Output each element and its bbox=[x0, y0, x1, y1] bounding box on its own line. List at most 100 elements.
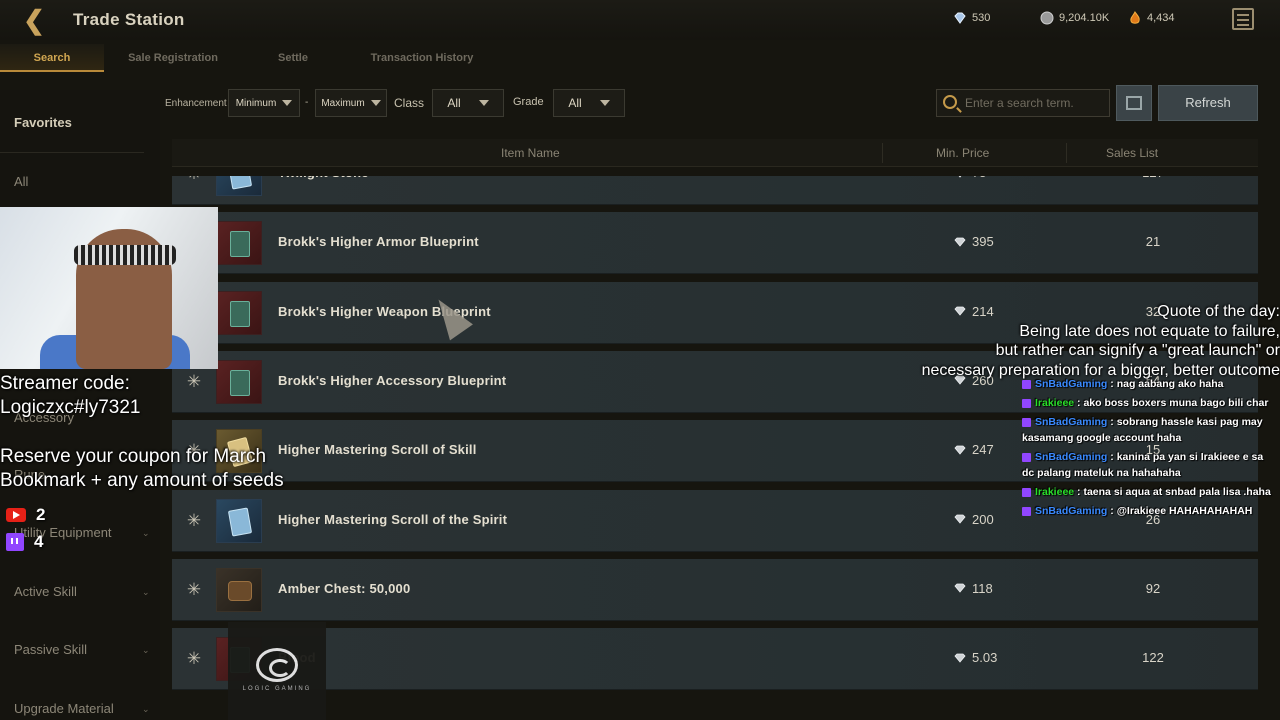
item-icon-art bbox=[228, 580, 252, 601]
reset-filter-button[interactable] bbox=[1116, 85, 1152, 121]
chat-separator: : bbox=[1107, 416, 1117, 428]
chat-username: SnBadGaming bbox=[1035, 505, 1108, 517]
column-divider bbox=[882, 143, 883, 163]
chat-separator: : bbox=[1107, 451, 1117, 463]
twitch-count: 4 bbox=[6, 532, 43, 552]
item-min-price: 200 bbox=[954, 512, 994, 527]
sidebar-item-upgrade-material[interactable]: Upgrade Material bbox=[14, 701, 114, 716]
item-icon bbox=[216, 176, 262, 196]
caret-down-icon bbox=[478, 100, 489, 106]
table-row[interactable]: ✳ Twilight Stone 75 127 bbox=[172, 176, 1258, 205]
item-icon bbox=[216, 290, 262, 335]
favorite-star-icon[interactable]: ✳ bbox=[185, 580, 203, 599]
tab-bar: Search Sale Registration Settle Transact… bbox=[0, 44, 700, 72]
item-min-price-value: 75 bbox=[972, 176, 986, 180]
sidebar-divider bbox=[0, 152, 144, 153]
sidebar-item-all[interactable]: All bbox=[14, 174, 28, 189]
sidebar-item-active-skill[interactable]: Active Skill bbox=[14, 584, 77, 599]
chat-username: SnBadGaming bbox=[1035, 416, 1108, 428]
enhancement-max-dropdown[interactable]: Maximum bbox=[315, 89, 387, 117]
table-row[interactable]: ✳ Amber Chest: 50,000 118 92 bbox=[172, 558, 1258, 621]
item-min-price: 5.03 bbox=[954, 650, 997, 665]
favorite-star-icon[interactable]: ✳ bbox=[185, 176, 203, 183]
youtube-icon bbox=[6, 508, 26, 522]
menu-icon[interactable] bbox=[1232, 8, 1254, 30]
tab-sale-registration[interactable]: Sale Registration bbox=[112, 44, 234, 72]
twitch-badge-icon bbox=[1022, 417, 1031, 427]
logo-mark bbox=[256, 648, 298, 682]
item-sales-count: 122 bbox=[1142, 650, 1164, 666]
item-min-price-value: 5.03 bbox=[972, 650, 998, 666]
quote-line: Quote of the day: bbox=[1157, 303, 1280, 320]
item-min-price: 75 bbox=[954, 176, 986, 180]
refresh-button[interactable]: Refresh bbox=[1158, 85, 1258, 121]
favorite-star-icon[interactable]: ✳ bbox=[185, 372, 203, 391]
sidebar-favorites[interactable]: Favorites bbox=[14, 115, 72, 130]
favorite-star-icon[interactable]: ✳ bbox=[185, 511, 203, 530]
logo-subtext: LOGIC GAMING bbox=[242, 686, 312, 692]
class-dropdown[interactable]: All bbox=[432, 89, 504, 117]
chat-separator: : bbox=[1107, 378, 1117, 390]
enhancement-min-dropdown[interactable]: Minimum bbox=[228, 89, 300, 117]
diamond-icon bbox=[959, 176, 961, 178]
chat-message: SnBadGaming : @Irakieee HAHAHAHAHAH bbox=[1022, 503, 1278, 519]
item-min-price-value: 118 bbox=[972, 580, 993, 596]
chevron-down-icon: ⌄ bbox=[142, 645, 150, 655]
diamond-icon bbox=[954, 653, 966, 663]
chevron-down-icon: ⌄ bbox=[142, 528, 150, 538]
item-name: Higher Mastering Scroll of Skill bbox=[278, 442, 477, 458]
grade-dropdown[interactable]: All bbox=[553, 89, 625, 117]
chat-text: ako boss boxers muna bago bili char bbox=[1083, 397, 1269, 409]
item-icon bbox=[216, 359, 262, 404]
tab-search[interactable]: Search bbox=[0, 44, 104, 72]
enhancement-max-value: Maximum bbox=[321, 97, 365, 109]
column-sales-list[interactable]: Sales List bbox=[1106, 146, 1158, 160]
search-input[interactable] bbox=[965, 90, 1105, 116]
twitch-badge-icon bbox=[1022, 487, 1031, 497]
item-icon bbox=[216, 567, 262, 612]
table-row[interactable]: ✳Brokk's Higher Armor Blueprint39521 bbox=[172, 212, 1258, 275]
favorite-star-icon[interactable]: ✳ bbox=[185, 650, 203, 668]
diamond-currency: 530 bbox=[953, 11, 990, 25]
table-row[interactable]: ✳Blood5.03122 bbox=[172, 628, 1258, 691]
youtube-count: 2 bbox=[6, 505, 45, 525]
item-min-price-value: 395 bbox=[972, 234, 994, 250]
diamond-icon bbox=[954, 514, 966, 524]
item-min-price-value: 200 bbox=[972, 511, 994, 527]
chat-message: Irakieee : taena si aqua at snbad pala l… bbox=[1022, 484, 1278, 500]
search-field[interactable] bbox=[936, 89, 1110, 117]
chat-separator: : bbox=[1107, 505, 1117, 517]
streamer-code-label: Streamer code: bbox=[0, 373, 130, 394]
enhancement-min-value: Minimum bbox=[235, 97, 277, 109]
amber-flame-icon bbox=[1130, 11, 1140, 24]
webcam-headband bbox=[74, 245, 176, 265]
diamond-icon bbox=[954, 237, 966, 247]
column-min-price[interactable]: Min. Price bbox=[936, 146, 989, 160]
item-icon-art bbox=[230, 369, 250, 396]
tab-transaction-history[interactable]: Transaction History bbox=[352, 44, 492, 72]
class-value: All bbox=[447, 96, 461, 110]
item-name: Amber Chest: 50,000 bbox=[278, 580, 411, 596]
item-min-price: 118 bbox=[954, 581, 993, 596]
reserve-coupon-text: Reserve your coupon for March bbox=[0, 446, 267, 467]
tab-settle[interactable]: Settle bbox=[262, 44, 324, 72]
blue-diamond-icon bbox=[954, 12, 966, 24]
silver-coin-icon bbox=[1040, 11, 1054, 25]
item-icon bbox=[216, 221, 262, 266]
table-header: Item Name Min. Price Sales List bbox=[172, 139, 1258, 167]
chat-message: Irakieee : ako boss boxers muna bago bil… bbox=[1022, 395, 1278, 411]
back-chevron-icon[interactable]: ❮ bbox=[20, 6, 48, 34]
item-name: Twilight Stone bbox=[278, 176, 369, 180]
reset-icon bbox=[1126, 96, 1142, 110]
twitch-badge-icon bbox=[1022, 398, 1031, 408]
chevron-down-icon: ⌄ bbox=[142, 704, 150, 714]
item-sales-count: 21 bbox=[1145, 234, 1161, 250]
quote-line: but rather can signify a "great launch" … bbox=[995, 342, 1280, 359]
column-divider bbox=[1066, 143, 1067, 163]
chat-username: Irakieee bbox=[1035, 486, 1075, 498]
sidebar-item-passive-skill[interactable]: Passive Skill bbox=[14, 642, 87, 657]
item-sales-count: 92 bbox=[1145, 580, 1161, 596]
item-name: Higher Mastering Scroll of the Spirit bbox=[278, 511, 508, 527]
column-item-name[interactable]: Item Name bbox=[501, 146, 560, 160]
chat-message: SnBadGaming : nag aabang ako haha bbox=[1022, 376, 1278, 392]
